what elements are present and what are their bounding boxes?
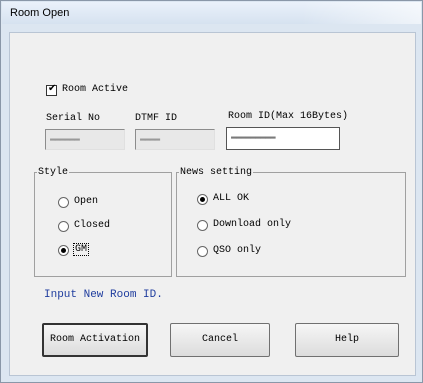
room-id-value: ▬▬▬▬▬▬▬▬▬ xyxy=(231,132,276,142)
dtmf-id-value: ▬▬▬▬ xyxy=(140,134,160,144)
room-active-label: Room Active xyxy=(62,84,129,95)
window-title: Room Open xyxy=(10,7,70,19)
dialog-body: ✔ Room Active Serial No DTMF ID Room ID(… xyxy=(9,32,416,376)
news-qso-only-radio[interactable] xyxy=(197,246,208,257)
news-download-only-radio[interactable] xyxy=(197,220,208,231)
style-closed-label: Closed xyxy=(74,220,111,231)
check-mark-icon: ✔ xyxy=(48,83,57,94)
style-closed-radio[interactable] xyxy=(58,221,69,232)
news-download-only-label: Download only xyxy=(213,219,292,230)
room-id-label: Room ID(Max 16Bytes) xyxy=(228,111,349,122)
news-setting-legend: News setting xyxy=(180,167,253,178)
room-activation-button[interactable]: Room Activation xyxy=(42,323,148,357)
style-gm-label: GM xyxy=(73,243,90,256)
info-message: Input New Room ID. xyxy=(44,289,163,301)
room-active-checkbox[interactable]: ✔ xyxy=(46,83,57,96)
serial-no-label: Serial No xyxy=(46,113,101,124)
style-gm-radio[interactable] xyxy=(58,245,69,256)
style-open-label: Open xyxy=(74,196,99,207)
help-button[interactable]: Help xyxy=(295,323,399,357)
serial-no-field[interactable]: ▬▬▬▬▬▬ xyxy=(45,129,125,150)
style-legend: Style xyxy=(38,167,69,178)
style-open-radio[interactable] xyxy=(58,197,69,208)
dtmf-id-label: DTMF ID xyxy=(135,113,178,124)
cancel-button[interactable]: Cancel xyxy=(170,323,270,357)
radio-selected-dot xyxy=(200,197,205,202)
serial-no-value: ▬▬▬▬▬▬ xyxy=(50,134,80,144)
news-all-ok-label: ALL OK xyxy=(213,193,250,204)
title-bar[interactable]: Room Open xyxy=(2,2,421,24)
room-open-dialog: Room Open ✔ Room Active Serial No DTMF I… xyxy=(0,0,423,383)
radio-selected-dot xyxy=(61,248,66,253)
dtmf-id-field[interactable]: ▬▬▬▬ xyxy=(135,129,215,150)
news-all-ok-radio[interactable] xyxy=(197,194,208,205)
title-bar-glow xyxy=(301,2,421,24)
news-qso-only-label: QSO only xyxy=(213,245,262,256)
room-id-input[interactable]: ▬▬▬▬▬▬▬▬▬ xyxy=(226,127,340,150)
